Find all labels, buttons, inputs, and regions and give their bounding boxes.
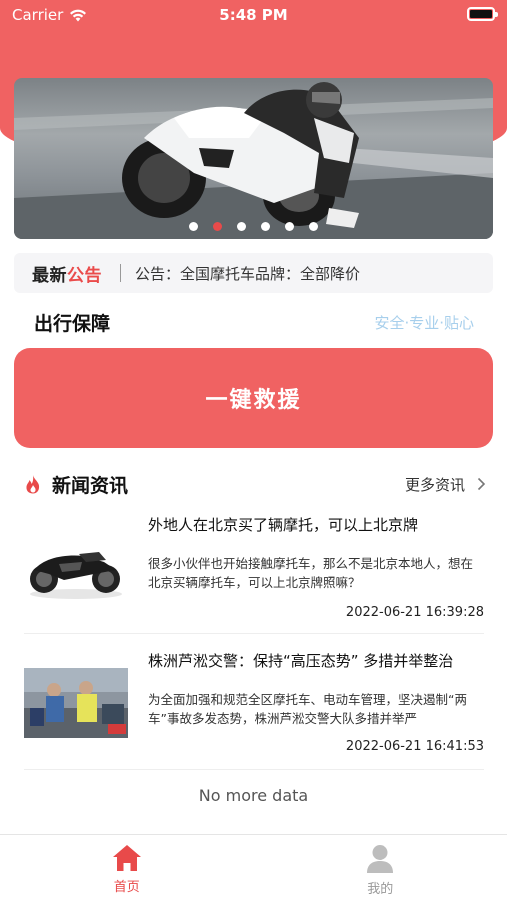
news-thumbnail-motorcycle — [24, 534, 128, 604]
more-news-label: 更多资讯 — [404, 475, 465, 494]
news-list-item[interactable]: 株洲芦淞交警：保持“高压态势” 多措并举整治 为全面加强和规范全区摩托车、电动车… — [24, 650, 484, 770]
bottom-tab-bar: 首页 我的 — [0, 834, 507, 900]
tab-mine-label: 我的 — [367, 882, 394, 897]
carousel-dot[interactable] — [189, 222, 198, 231]
carousel-dot[interactable] — [237, 222, 246, 231]
user-icon — [367, 845, 394, 873]
announcement-bar[interactable]: 最新公告 公告：全国摩托车品牌：全部降价 — [14, 253, 493, 293]
news-section-header: 新闻资讯 更多资讯 — [24, 468, 486, 500]
no-more-data-label: No more data — [198, 786, 309, 805]
announcement-brand: 最新公告 — [32, 261, 102, 286]
status-bar: Carrier 5:48 PM — [0, 0, 507, 30]
travel-guarantee-header: 出行保障 安全·专业·贴心 — [34, 307, 474, 337]
news-headline: 株洲芦淞交警：保持“高压态势” 多措并举整治 — [148, 652, 454, 670]
tab-home-label: 首页 — [113, 880, 140, 895]
news-summary: 很多小伙伴也开始接触摩托车，那么不是北京本地人，想在北京买辆摩托车，可以上北京牌… — [148, 556, 474, 590]
chevron-right-icon — [477, 477, 486, 491]
news-headline: 外地人在北京买了辆摩托，可以上北京牌 — [148, 516, 419, 534]
tab-mine[interactable]: 我的 — [254, 835, 507, 900]
news-date: 2022-06-21 16:39:28 — [345, 605, 484, 620]
carousel-dot-active[interactable] — [213, 222, 222, 231]
news-list-item[interactable]: 外地人在北京买了辆摩托，可以上北京牌 很多小伙伴也开始接触摩托车，那么不是北京本… — [24, 514, 484, 634]
one-click-rescue-button[interactable]: 一键救援 — [14, 348, 493, 448]
fire-icon — [26, 475, 40, 494]
news-section-title: 新闻资讯 — [52, 474, 129, 497]
carousel-dot[interactable] — [285, 222, 294, 231]
carousel-indicators — [14, 222, 493, 231]
travel-guarantee-slogan: 安全·专业·贴心 — [374, 313, 474, 332]
more-news-link[interactable]: 更多资讯 — [405, 474, 486, 495]
home-icon — [112, 845, 141, 871]
banner-carousel[interactable] — [14, 78, 493, 239]
announcement-brand-latest: 最新 — [32, 265, 67, 286]
status-time: 5:48 PM — [219, 6, 288, 24]
news-date: 2022-06-21 16:41:53 — [345, 739, 484, 754]
news-thumbnail-traffic-police — [24, 668, 128, 738]
announcement-text[interactable]: 公告：全国摩托车品牌：全部降价 — [135, 263, 360, 284]
battery-icon — [467, 7, 498, 21]
announcement-divider — [120, 264, 121, 282]
carousel-dot[interactable] — [309, 222, 318, 231]
tab-home[interactable]: 首页 — [0, 835, 254, 900]
announcement-brand-notice: 公告 — [67, 265, 102, 286]
carousel-dot[interactable] — [261, 222, 270, 231]
motorcycle-banner-image — [14, 82, 493, 239]
travel-guarantee-title: 出行保障 — [34, 312, 111, 335]
news-summary: 为全面加强和规范全区摩托车、电动车管理，坚决遏制“两车”事故多发态势，株洲芦淞交… — [148, 692, 467, 726]
